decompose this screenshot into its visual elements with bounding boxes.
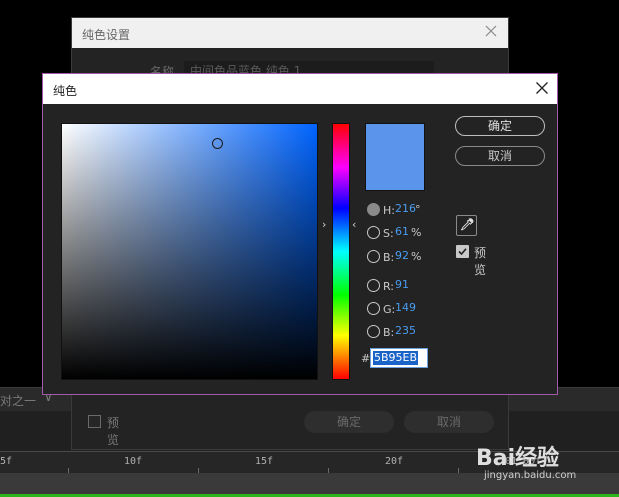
- saturation-brightness-field[interactable]: [61, 123, 318, 380]
- outer-ok-button[interactable]: 确定: [304, 411, 394, 433]
- picker-preview-checkbox[interactable]: [456, 245, 469, 258]
- background-row-text: 对之一: [0, 394, 37, 408]
- dialog-titlebar: 纯色设置: [72, 18, 508, 48]
- dialog-title: 纯色设置: [82, 28, 131, 42]
- picker-titlebar: 纯色: [43, 74, 557, 104]
- hex-input-value: 5B95EB: [373, 351, 419, 365]
- color-field-marker[interactable]: [211, 138, 223, 150]
- hue-unit: °: [415, 203, 421, 216]
- hex-hash-label: #: [361, 352, 371, 365]
- saturation-value[interactable]: 61: [395, 225, 409, 238]
- close-icon[interactable]: [535, 81, 549, 95]
- baidu-jingyan-watermark: Bai经验 jingyan.baidu.com: [470, 432, 615, 492]
- brightness-label: B:: [383, 251, 395, 264]
- new-color-swatch: [365, 123, 425, 191]
- hue-radio[interactable]: [367, 203, 380, 216]
- outer-preview-label: 预览: [107, 416, 120, 447]
- blue-value[interactable]: 235: [395, 324, 416, 337]
- cancel-button[interactable]: 取消: [455, 146, 545, 166]
- brightness-radio[interactable]: [367, 250, 380, 263]
- brightness-unit: %: [411, 250, 422, 263]
- hue-label: H:: [383, 204, 395, 217]
- red-radio[interactable]: [367, 279, 380, 292]
- watermark-brand: Bai经验: [476, 446, 560, 471]
- picker-preview-label: 预览: [474, 246, 487, 277]
- green-label: G:: [383, 303, 396, 316]
- color-picker-dialog: 纯色 › ‹ H: 216 ° S: 61 % B: 92 % R: 91 G:…: [42, 73, 558, 395]
- picker-title: 纯色: [53, 84, 78, 98]
- watermark-url: jingyan.baidu.com: [484, 470, 577, 481]
- outer-cancel-button[interactable]: 取消: [404, 411, 494, 433]
- saturation-radio[interactable]: [367, 226, 380, 239]
- red-value[interactable]: 91: [395, 278, 409, 291]
- timeline-tick-label: 10f: [124, 456, 143, 467]
- red-label: R:: [383, 280, 395, 293]
- blue-radio[interactable]: [367, 325, 380, 338]
- saturation-label: S:: [383, 227, 394, 240]
- saturation-unit: %: [411, 226, 422, 239]
- ok-button[interactable]: 确定: [455, 116, 545, 136]
- hue-value[interactable]: 216: [395, 202, 416, 215]
- close-icon[interactable]: [484, 24, 498, 38]
- hex-input[interactable]: 5B95EB: [370, 348, 428, 368]
- timeline-tick-label: 20f: [385, 456, 404, 467]
- timeline-tick-label: 15f: [255, 456, 274, 467]
- green-value[interactable]: 149: [395, 301, 416, 314]
- eyedropper-icon[interactable]: [456, 215, 477, 236]
- blue-label: B:: [383, 326, 395, 339]
- hue-slider-arrow-icon[interactable]: ‹: [352, 218, 356, 231]
- outer-preview-checkbox[interactable]: [88, 415, 101, 428]
- green-radio[interactable]: [367, 302, 380, 315]
- hue-slider[interactable]: [332, 123, 350, 380]
- brightness-value[interactable]: 92: [395, 249, 409, 262]
- timeline-tick-label: 5f: [0, 456, 13, 467]
- hue-slider-arrow-icon[interactable]: ›: [322, 218, 326, 231]
